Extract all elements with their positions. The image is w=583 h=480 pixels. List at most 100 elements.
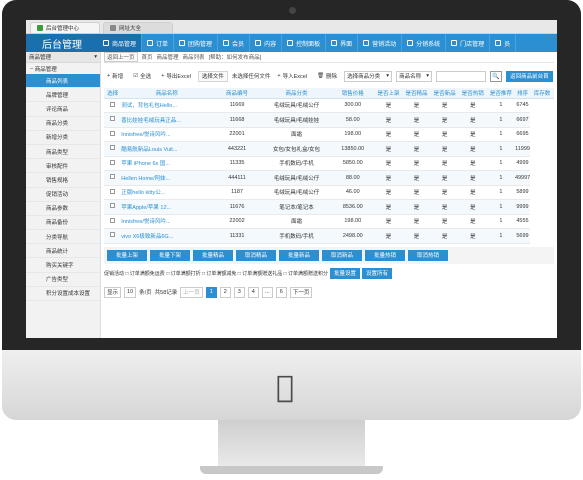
- nav-tab[interactable]: 订单: [142, 34, 175, 52]
- help-link[interactable]: [帮助：如何发布商品]: [209, 53, 262, 61]
- product-name-link[interactable]: 苹果 iPhone 6s 国...: [121, 156, 213, 171]
- page-number-button[interactable]: 3: [233, 286, 245, 298]
- batch-action-button[interactable]: 批量热销: [365, 249, 405, 261]
- product-name-link[interactable]: Innisfree/悦诗风吟...: [121, 127, 213, 142]
- row-checkbox[interactable]: [110, 101, 116, 107]
- storefront-button[interactable]: 返回商品前台首: [506, 70, 553, 82]
- sidebar-item[interactable]: 购买关键字: [26, 258, 100, 273]
- product-name-link[interactable]: 酷易航新品Louis Vuit...: [121, 141, 213, 157]
- column-header[interactable]: 是否上架: [374, 88, 403, 99]
- browser-tab-admin[interactable]: 后台管理中心: [30, 22, 100, 33]
- column-header[interactable]: 商品名称: [121, 88, 213, 99]
- product-name-link[interactable]: 测试，背包礼包Hello...: [121, 98, 213, 113]
- prev-page-button[interactable]: 上一页: [180, 286, 203, 298]
- product-name-link[interactable]: 正版hello kitty公...: [121, 185, 213, 200]
- column-header[interactable]: 商品分类: [261, 88, 332, 99]
- column-header[interactable]: 销售价格: [331, 88, 375, 99]
- row-checkbox[interactable]: [110, 116, 116, 122]
- page-number-button[interactable]: 1: [205, 286, 217, 298]
- row-checkbox[interactable]: [110, 232, 116, 238]
- table-row[interactable]: 酷易航新品Louis Vuit... 443221 女包/女包礼盒/女包 13850.…: [104, 141, 554, 157]
- row-checkbox[interactable]: [110, 217, 116, 223]
- page-number-button[interactable]: 2: [219, 286, 231, 298]
- sidebar-item[interactable]: 品牌管理: [26, 88, 100, 103]
- sidebar-item[interactable]: 广告类型: [26, 273, 100, 287]
- column-header[interactable]: 选择: [104, 88, 122, 99]
- keyword-select[interactable]: 商品名称 ▾: [396, 70, 433, 82]
- set-all-button[interactable]: 设置所有: [362, 267, 392, 279]
- sidebar-item[interactable]: 商品类型: [26, 145, 100, 160]
- sidebar-item[interactable]: 商品统计: [26, 244, 100, 259]
- column-header[interactable]: 是否新品: [430, 88, 459, 99]
- page-size-select[interactable]: 10: [124, 286, 137, 298]
- row-checkbox[interactable]: [110, 159, 116, 165]
- product-name-link[interactable]: Innisfree/悦诗风吟...: [121, 214, 213, 229]
- breadcrumb-item[interactable]: 首页: [142, 53, 153, 61]
- nav-tab[interactable]: 门店管理: [446, 34, 491, 52]
- add-button[interactable]: + 新增: [104, 71, 126, 82]
- nav-tab[interactable]: 员: [490, 34, 517, 52]
- nav-tab[interactable]: 分销系统: [402, 34, 447, 52]
- sidebar-item[interactable]: 商品分类: [26, 117, 100, 131]
- sidebar-item[interactable]: 商品列表: [26, 74, 100, 89]
- sidebar-item[interactable]: 商品参数: [26, 202, 100, 216]
- column-header[interactable]: 是否热销: [458, 88, 487, 99]
- product-name-link[interactable]: 香比娃娃毛绒玩具正品...: [121, 112, 213, 128]
- back-button[interactable]: 返回上一页: [104, 52, 138, 62]
- column-header[interactable]: 库存数: [530, 88, 554, 99]
- choose-file-button[interactable]: 选择文件: [197, 70, 228, 82]
- row-checkbox[interactable]: [110, 174, 116, 180]
- table-row[interactable]: 香比娃娃毛绒玩具正品... 11668 毛绒玩具/毛绒娃娃 58.00 是是是是 1 669…: [104, 112, 554, 128]
- product-name-link[interactable]: 苹果Apple/苹果 12...: [121, 199, 213, 215]
- sidebar-item[interactable]: 分类导航: [26, 230, 100, 245]
- table-row[interactable]: 正版hello kitty公... 1187 毛绒玩具/毛绒公仔 46.00 是是是是 1…: [104, 185, 554, 200]
- table-row[interactable]: Innisfree/悦诗风吟... 22001 面霜 198.00 是是是是 1 6695: [104, 127, 554, 142]
- browser-tab-nav[interactable]: 网址大全: [103, 22, 173, 33]
- export-button[interactable]: + 导出Excel: [158, 71, 194, 82]
- sidebar-item[interactable]: 促销活动: [26, 188, 100, 202]
- batch-set-button[interactable]: 批量设置: [330, 267, 360, 279]
- nav-tab[interactable]: 会员: [218, 34, 251, 52]
- table-row[interactable]: Innisfree/悦诗风吟... 22002 面霜 198.00 是是是是 1 4555: [104, 214, 554, 229]
- table-row[interactable]: 苹果Apple/苹果 12... 11676 笔记本/笔记本 8536.00 是是是是 1…: [104, 199, 554, 215]
- batch-action-button[interactable]: 取消热销: [408, 249, 448, 261]
- sidebar-item[interactable]: 评论商品: [26, 102, 100, 117]
- row-checkbox[interactable]: [110, 130, 116, 136]
- breadcrumb-item[interactable]: 商品管理: [157, 53, 179, 61]
- product-name-link[interactable]: vivo X6极致新品6G...: [121, 228, 213, 244]
- search-icon[interactable]: 🔍: [490, 70, 503, 82]
- batch-action-button[interactable]: 取消新品: [322, 249, 362, 261]
- column-header[interactable]: 是否精品: [402, 88, 431, 99]
- batch-action-button[interactable]: 取消精品: [236, 249, 276, 261]
- batch-action-button[interactable]: 批量精品: [193, 249, 233, 261]
- column-header[interactable]: 商品编号: [212, 88, 262, 99]
- nav-tab[interactable]: 界面: [326, 34, 359, 52]
- batch-action-button[interactable]: 批量上架: [107, 249, 147, 261]
- batch-action-button[interactable]: 批量新品: [279, 249, 319, 261]
- search-input[interactable]: [436, 70, 487, 82]
- nav-tab[interactable]: 控制面板: [282, 34, 327, 52]
- sidebar-group[interactable]: − 商品管理: [26, 63, 100, 74]
- sidebar-item[interactable]: 销售规格: [26, 173, 100, 188]
- import-button[interactable]: + 导入Excel: [274, 71, 310, 82]
- nav-tab[interactable]: 内容: [250, 34, 283, 52]
- table-row[interactable]: 测试，背包礼包Hello... 11669 毛绒玩具/毛绒公仔 300.00 是是是是 1…: [104, 98, 554, 113]
- page-number-button[interactable]: 4: [247, 286, 259, 298]
- category-select[interactable]: 选择商品分类 ▾: [344, 70, 393, 82]
- row-checkbox[interactable]: [110, 203, 116, 209]
- sidebar-item[interactable]: 商品备份: [26, 216, 100, 231]
- sidebar-item[interactable]: 新增分类: [26, 131, 100, 145]
- column-header[interactable]: 是否推荐: [486, 88, 515, 99]
- nav-tab[interactable]: 营销活动: [358, 34, 403, 52]
- product-name-link[interactable]: Hellen Home/阿妹...: [121, 170, 213, 186]
- nav-tab[interactable]: 商品管理: [98, 34, 143, 52]
- table-row[interactable]: Hellen Home/阿妹... 444111 毛绒玩具/毛绒公仔 88.00 是是是…: [104, 170, 554, 186]
- sidebar-header[interactable]: 商品管理 ▾: [26, 52, 100, 63]
- breadcrumb-item[interactable]: 商品列表: [183, 53, 205, 61]
- column-header[interactable]: 排序: [514, 88, 531, 99]
- page-number-button[interactable]: 6: [275, 286, 287, 298]
- delete-button[interactable]: 🗑 删除: [314, 71, 340, 82]
- row-checkbox[interactable]: [110, 145, 116, 151]
- nav-tab[interactable]: 团购管理: [174, 34, 219, 52]
- batch-action-button[interactable]: 批量下架: [150, 249, 190, 261]
